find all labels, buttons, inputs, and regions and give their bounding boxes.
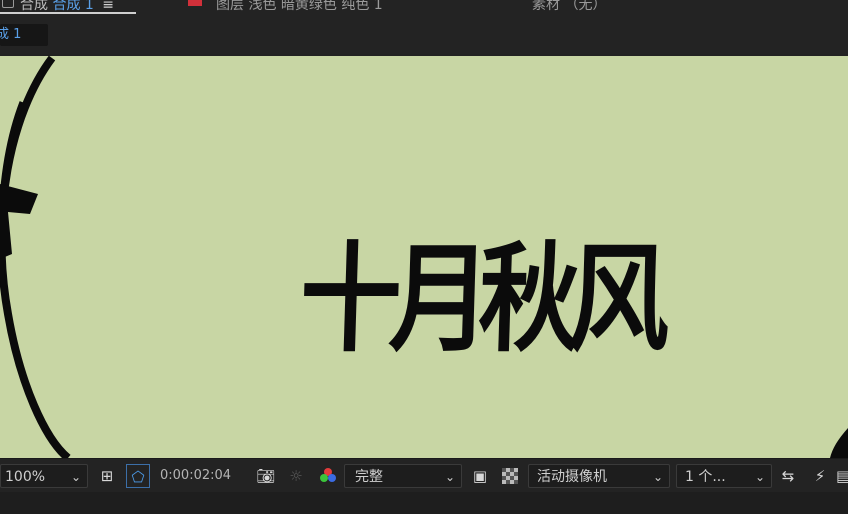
viewer-toolbar: 100% ⌄ ⊞ ⬠ 0:00:02:04 📷︎ ☼ 完整 ⌄ ▣ 活动摄像机 … [0, 458, 848, 493]
layer-color-swatch [188, 0, 202, 6]
grid-guides-icon[interactable]: ⊞ [95, 464, 119, 488]
panel-footer [0, 492, 848, 514]
chevron-down-icon: ⌄ [444, 470, 455, 484]
rgb-channels-icon[interactable] [316, 464, 340, 488]
view-layout-value: 1 个... [685, 469, 726, 485]
lock-icon[interactable] [2, 0, 14, 8]
chevron-down-icon: ⌄ [652, 470, 663, 484]
camera-view-value: 活动摄像机 [537, 469, 607, 485]
composition-viewer[interactable]: 十月秋风 [0, 54, 848, 458]
active-tab-indicator [0, 12, 136, 14]
region-of-interest-icon[interactable]: ▣ [468, 464, 492, 488]
transparency-grid-icon[interactable] [498, 464, 522, 488]
camera-view-dropdown[interactable]: 活动摄像机 ⌄ [528, 464, 670, 488]
title-text: 十月秋风 [297, 229, 660, 368]
breadcrumb-label: 成 1 [0, 27, 22, 42]
resolution-dropdown[interactable]: 完整 ⌄ [344, 464, 462, 488]
more-icon[interactable]: ▤ [836, 464, 848, 488]
viewer-tab-bar: 合成 合成 1 ≡ 图层 浅色 暗黄绿色 纯色 1 素材 （无） [0, 0, 848, 18]
breadcrumb[interactable]: 成 1 [0, 24, 48, 46]
draft-3d-icon[interactable]: ⇆ [776, 464, 800, 488]
show-snapshot-icon[interactable]: ☼ [284, 464, 308, 488]
resolution-value: 完整 [355, 469, 383, 485]
magnification-value: 100% [5, 469, 46, 485]
chevron-down-icon: ⌄ [70, 470, 81, 484]
tab-footage[interactable]: 素材 （无） [532, 0, 606, 14]
tab-layer[interactable]: 图层 浅色 暗黄绿色 纯色 1 [216, 0, 383, 14]
camera-snapshot-icon[interactable]: 📷︎ [254, 464, 278, 488]
composition-navigator: 成 1 [0, 18, 848, 54]
mask-visibility-icon[interactable]: ⬠ [126, 464, 150, 488]
magnification-dropdown[interactable]: 100% ⌄ [0, 464, 88, 488]
chevron-down-icon: ⌄ [754, 470, 765, 484]
view-layout-dropdown[interactable]: 1 个... ⌄ [676, 464, 772, 488]
fast-preview-icon[interactable]: ⚡︎ [808, 464, 832, 488]
current-time-display[interactable]: 0:00:02:04 [160, 464, 231, 488]
